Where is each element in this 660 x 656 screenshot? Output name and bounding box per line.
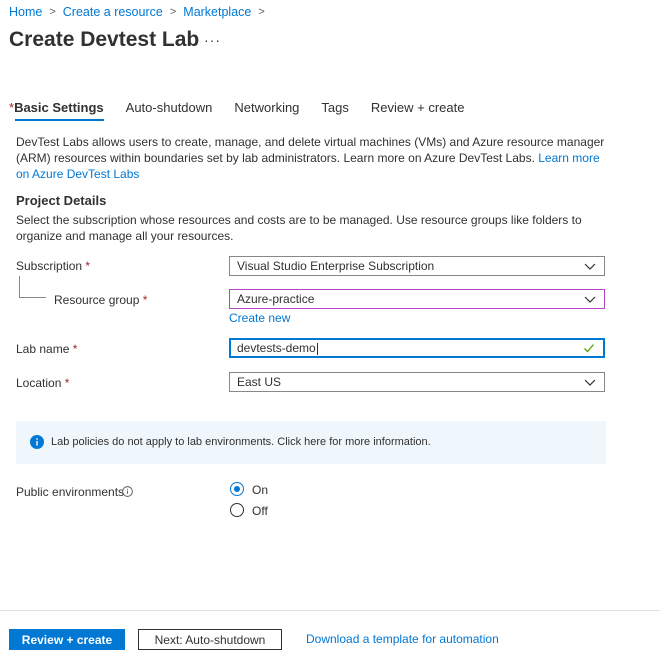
create-new-resource-group-link[interactable]: Create new: [229, 311, 290, 325]
location-dropdown[interactable]: East US: [229, 372, 605, 392]
public-env-on-label: On: [252, 483, 269, 497]
required-marker: *: [72, 342, 78, 356]
project-details-description: Select the subscription whose resources …: [16, 213, 582, 243]
tab-basic-settings[interactable]: *Basic Settings: [9, 100, 104, 121]
next-auto-shutdown-button[interactable]: Next: Auto-shutdown: [138, 629, 282, 650]
lab-name-input[interactable]: devtests-demo: [229, 338, 605, 358]
tab-label: Networking: [234, 100, 300, 115]
description-text: DevTest Labs allows users to create, man…: [16, 135, 605, 165]
tab-label: Review + create: [370, 100, 465, 115]
label-text: Location: [16, 376, 62, 390]
breadcrumb-marketplace[interactable]: Marketplace: [183, 5, 251, 19]
subscription-dropdown[interactable]: Visual Studio Enterprise Subscription: [229, 256, 605, 276]
dropdown-value: Azure-practice: [237, 292, 315, 306]
tab-label: Auto-shutdown: [125, 100, 213, 115]
info-tooltip-icon[interactable]: [122, 486, 133, 497]
public-env-off-radio[interactable]: [230, 503, 244, 517]
tab-networking[interactable]: Networking: [234, 100, 299, 121]
chevron-down-icon: [584, 263, 596, 270]
more-options-button[interactable]: ···: [204, 32, 221, 48]
public-env-on-radio[interactable]: [230, 482, 244, 496]
footer-divider: [0, 610, 660, 611]
tab-label: Tags: [321, 100, 349, 115]
checkmark-icon: [584, 344, 594, 353]
page-description: DevTest Labs allows users to create, man…: [16, 134, 616, 182]
required-marker: *: [142, 293, 148, 307]
breadcrumb-home[interactable]: Home: [9, 5, 42, 19]
public-environments-label: Public environments: [16, 485, 124, 499]
page-title: Create Devtest Lab: [9, 28, 200, 51]
tab-bar: *Basic Settings Auto-shutdown Networking…: [9, 100, 486, 121]
label-text: Resource group: [54, 293, 140, 307]
download-template-link[interactable]: Download a template for automation: [306, 632, 499, 646]
tab-tags[interactable]: Tags: [321, 100, 348, 121]
info-banner[interactable]: Lab policies do not apply to lab environ…: [16, 421, 606, 464]
subscription-label: Subscription *: [16, 259, 90, 273]
tab-review-create[interactable]: Review + create: [371, 100, 465, 121]
dropdown-value: East US: [237, 375, 282, 389]
label-text: Lab name: [16, 342, 70, 356]
chevron-down-icon: [584, 296, 596, 303]
chevron-right-icon: >: [258, 6, 265, 18]
chevron-right-icon: >: [49, 6, 56, 18]
label-text: Subscription: [16, 259, 83, 273]
public-env-off-label: Off: [252, 504, 268, 518]
resource-group-dropdown[interactable]: Azure-practice: [229, 289, 605, 309]
label-text: Public environments: [16, 485, 125, 499]
location-label: Location *: [16, 376, 69, 390]
tab-auto-shutdown[interactable]: Auto-shutdown: [126, 100, 213, 121]
project-details-heading: Project Details: [16, 193, 107, 208]
chevron-down-icon: [584, 379, 596, 386]
input-value: devtests-demo: [237, 341, 316, 355]
lab-name-label: Lab name *: [16, 342, 77, 356]
review-create-button[interactable]: Review + create: [9, 629, 125, 650]
required-marker: *: [64, 376, 70, 390]
info-icon: [30, 435, 44, 449]
tree-connector: [19, 276, 46, 298]
info-text: Lab policies do not apply to lab environ…: [51, 436, 431, 448]
dropdown-value: Visual Studio Enterprise Subscription: [237, 259, 435, 273]
required-marker: *: [85, 259, 91, 273]
breadcrumb: Home > Create a resource > Marketplace >: [9, 5, 272, 19]
breadcrumb-create-resource[interactable]: Create a resource: [63, 5, 163, 19]
chevron-right-icon: >: [169, 6, 177, 18]
text-cursor: [316, 342, 318, 355]
resource-group-label: Resource group *: [54, 293, 147, 307]
tab-label: Basic Settings: [14, 100, 104, 115]
